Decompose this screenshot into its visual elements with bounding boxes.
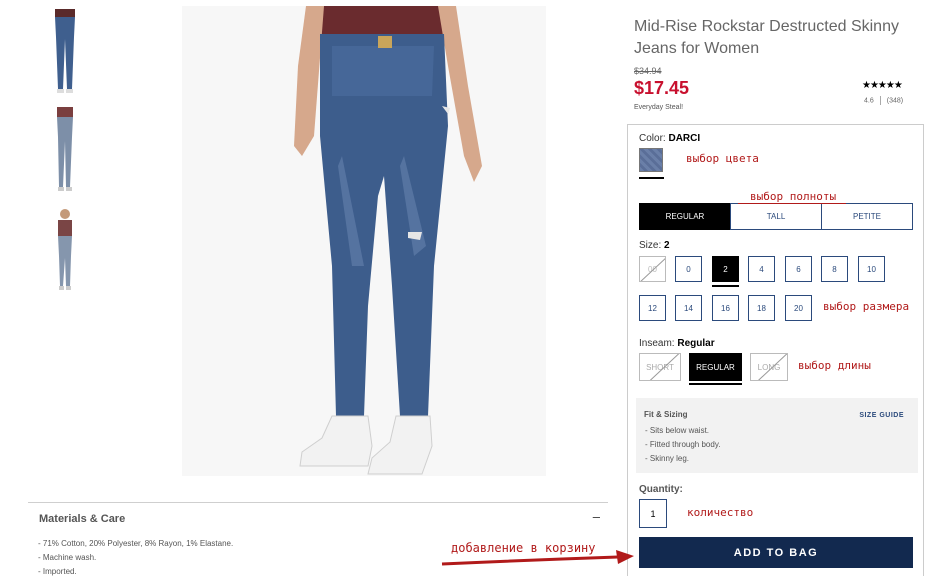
size-option[interactable]: 10: [858, 256, 885, 282]
size-option[interactable]: 6: [785, 256, 812, 282]
materials-item: Imported.: [38, 565, 233, 576]
annotation-inseam: выбор длины: [798, 359, 871, 372]
product-title: Mid-Rise Rockstar Destructed Skinny Jean…: [634, 18, 899, 57]
color-label: Color: DARCI: [639, 133, 700, 144]
thumbnail-side-image: [56, 107, 73, 191]
size-option[interactable]: 0: [675, 256, 702, 282]
inseam-value: Regular: [677, 338, 715, 349]
size-label: Size: 2: [639, 240, 670, 251]
size-option[interactable]: 20: [785, 295, 812, 321]
color-value: DARCI: [668, 133, 701, 144]
annotation-quantity: количество: [687, 506, 754, 519]
collapse-icon[interactable]: –: [593, 509, 600, 524]
size-option[interactable]: 8: [821, 256, 848, 282]
size-option[interactable]: 16: [712, 295, 739, 321]
color-swatch-darci[interactable]: [639, 148, 663, 172]
annotation-color: выбор цвета: [686, 152, 759, 165]
thumbnail-full-image: [57, 209, 72, 290]
fit-sizing-box: Fit & Sizing SIZE GUIDE Sits below waist…: [636, 398, 918, 473]
jeans-photo: [182, 6, 546, 476]
thumbnail-front-image: [54, 9, 75, 93]
fit-sizing-item: Fitted through body.: [645, 438, 721, 452]
size-option[interactable]: 12: [639, 295, 666, 321]
size-value: 2: [664, 240, 670, 251]
fit-sizing-title: Fit & Sizing: [644, 410, 688, 419]
size-option[interactable]: 14: [675, 295, 702, 321]
materials-title[interactable]: Materials & Care: [39, 513, 125, 525]
original-price: $34.94: [634, 66, 662, 76]
star-rating-icon[interactable]: ★★★★★: [862, 80, 903, 91]
size-guide-link[interactable]: SIZE GUIDE: [859, 412, 904, 419]
add-to-bag-button[interactable]: ADD TO BAG: [639, 537, 913, 568]
sale-price: $17.45: [634, 78, 690, 98]
thumbnail-front[interactable]: [32, 8, 97, 95]
inseam-label-text: Inseam:: [639, 338, 675, 349]
size-option-selected[interactable]: 2: [712, 256, 739, 282]
quantity-input[interactable]: 1: [639, 499, 667, 528]
fit-sizing-item: Sits below waist.: [645, 424, 720, 438]
materials-list: 71% Cotton, 20% Polyester, 8% Rayon, 1% …: [38, 537, 233, 576]
inseam-option-long[interactable]: LONG: [750, 353, 788, 381]
inseam-label: Inseam: Regular: [639, 338, 715, 349]
inseam-selected-indicator: [689, 383, 742, 385]
size-selected-indicator: [712, 285, 739, 287]
review-count: (348): [886, 97, 904, 105]
annotation-size: выбор размера: [823, 300, 910, 313]
inseam-option-regular[interactable]: REGULAR: [689, 353, 742, 381]
main-product-image[interactable]: [182, 6, 546, 476]
size-option[interactable]: 18: [748, 295, 775, 321]
size-option[interactable]: 4: [748, 256, 775, 282]
annotation-arrow-icon: [441, 550, 634, 566]
fit-option-regular[interactable]: REGULAR: [639, 203, 731, 230]
color-label-text: Color:: [639, 133, 666, 144]
materials-item: 71% Cotton, 20% Polyester, 8% Rayon, 1% …: [38, 537, 233, 551]
size-label-text: Size:: [639, 240, 662, 251]
fit-option-petite[interactable]: PETITE: [821, 203, 913, 230]
rating-info[interactable]: 4.6 (348): [864, 96, 903, 105]
materials-item: Machine wash.: [38, 551, 233, 565]
price-note: Everyday Steal!: [634, 104, 684, 111]
quantity-label: Quantity:: [639, 484, 683, 495]
annotation-fit: выбор полноты: [750, 190, 837, 203]
rating-value: 4.6: [864, 97, 874, 105]
materials-care-section: Materials & Care – 71% Cotton, 20% Polye…: [28, 502, 608, 576]
fit-sizing-list: Sits below waist. Fitted through body. S…: [645, 424, 721, 466]
rating-divider: [879, 96, 881, 105]
thumbnail-side[interactable]: [32, 106, 97, 193]
inseam-option-short[interactable]: SHORT: [639, 353, 681, 381]
fit-option-tall[interactable]: TALL: [730, 203, 822, 230]
thumbnail-full[interactable]: [32, 204, 97, 292]
size-option[interactable]: 00: [639, 256, 666, 282]
swatch-selected-indicator: [639, 177, 664, 179]
fit-sizing-item: Skinny leg.: [645, 452, 720, 466]
annotation-fit-line: [738, 203, 846, 204]
